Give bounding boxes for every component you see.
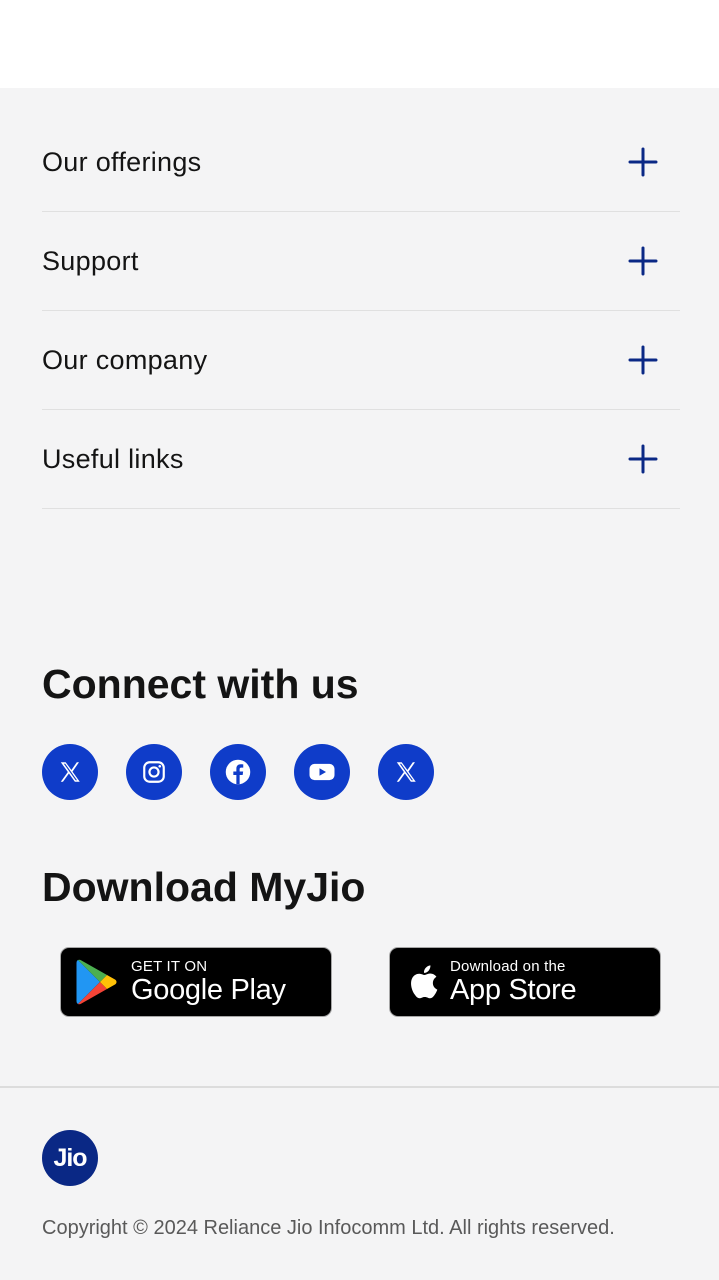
top-bar (0, 0, 719, 88)
youtube-link[interactable] (294, 744, 350, 800)
jio-logo[interactable]: Jio (42, 1130, 98, 1186)
youtube-icon (309, 763, 335, 781)
badge-big-text: App Store (450, 974, 577, 1006)
google-play-icon (76, 959, 117, 1005)
connect-title: Connect with us (42, 661, 359, 707)
accordion-our-offerings[interactable]: Our offerings (42, 113, 680, 212)
plus-icon[interactable] (628, 147, 658, 177)
social-links (42, 744, 434, 800)
app-store-badge[interactable]: Download on the App Store (389, 947, 661, 1017)
accordion-support[interactable]: Support (42, 212, 680, 311)
plus-icon[interactable] (628, 444, 658, 474)
accordion-our-company[interactable]: Our company (42, 311, 680, 410)
badge-big-text: Google Play (131, 974, 286, 1006)
facebook-icon (225, 759, 251, 785)
accordion-label: Our company (42, 344, 208, 375)
accordion-label: Our offerings (42, 146, 202, 177)
accordion-label: Support (42, 245, 139, 276)
instagram-link[interactable] (126, 744, 182, 800)
badge-small-text: GET IT ON (131, 958, 208, 975)
plus-icon[interactable] (628, 345, 658, 375)
accordion-label: Useful links (42, 443, 184, 474)
download-title: Download MyJio (42, 864, 366, 910)
instagram-icon (143, 761, 165, 783)
accordion-useful-links[interactable]: Useful links (42, 410, 680, 509)
google-play-badge[interactable]: GET IT ON Google Play (60, 947, 332, 1017)
x-icon (60, 762, 80, 782)
footer-accordion: Our offerings Support Our company Useful… (42, 113, 680, 509)
x-link[interactable] (42, 744, 98, 800)
facebook-link[interactable] (210, 744, 266, 800)
x-icon (396, 762, 416, 782)
app-store-text: Download on the App Store (450, 958, 577, 1006)
copyright-text: Copyright © 2024 Reliance Jio Infocomm L… (42, 1217, 615, 1239)
google-play-text: GET IT ON Google Play (131, 959, 286, 1005)
plus-icon[interactable] (628, 246, 658, 276)
x-link[interactable] (378, 744, 434, 800)
badge-small-text: Download on the (450, 958, 566, 975)
apple-icon (411, 965, 438, 999)
footer-divider (0, 1086, 719, 1088)
